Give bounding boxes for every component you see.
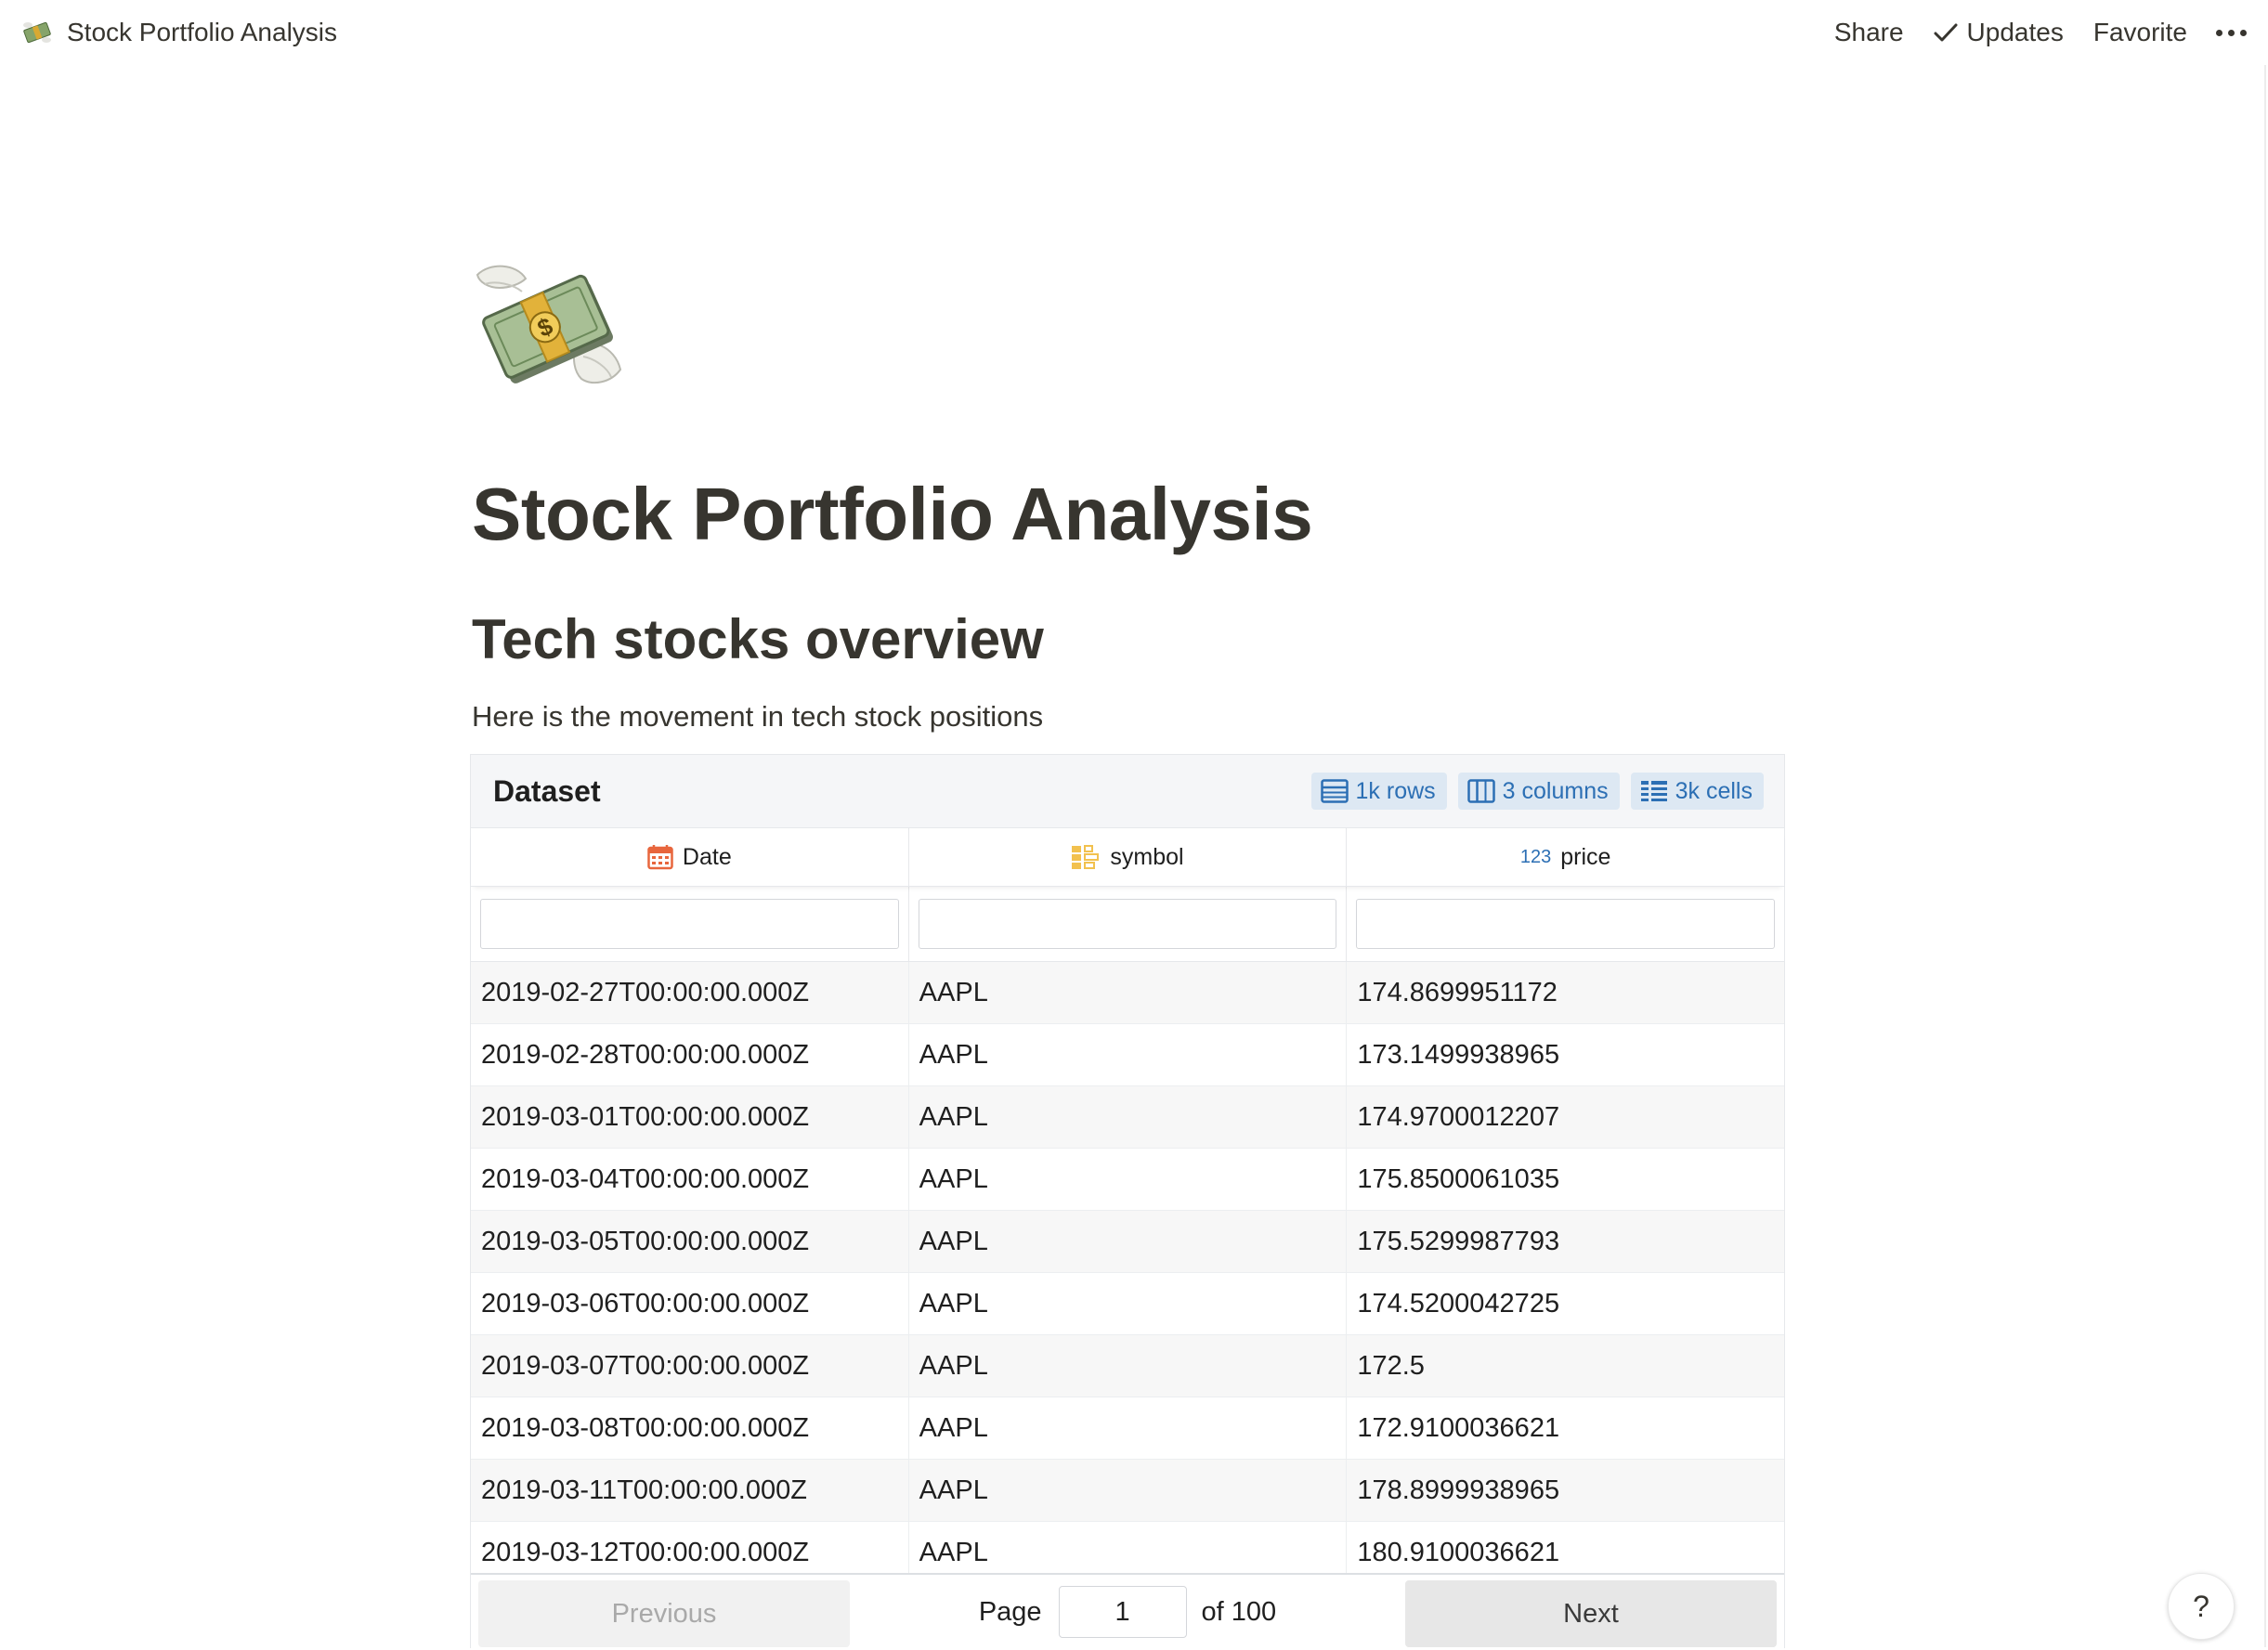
price-cell: 174.8699951172 [1357,977,1558,1007]
columns-badge: 3 columns [1457,773,1620,810]
price-cell: 175.5299987793 [1357,1226,1560,1256]
date-cell: 2019-03-07T00:00:00.000Z [471,1335,909,1397]
price-filter-input[interactable] [1356,899,1776,949]
date-filter-input[interactable] [480,899,899,949]
share-label: Share [1833,18,1904,46]
rows-count: 1k rows [1355,777,1436,804]
updates-label: Updates [1966,18,2064,46]
cells-icon [1640,781,1667,801]
column-header-price[interactable]: 123 price [1347,828,1784,886]
page-indicator: Page of 100 [850,1575,1405,1649]
next-page-button[interactable]: Next [1405,1580,1777,1647]
help-button[interactable]: ? [2168,1573,2235,1640]
symbol-cell: AAPL [909,1460,1348,1521]
symbol-cell: AAPL [909,1024,1348,1085]
price-cell: 178.8999938965 [1357,1475,1560,1505]
columns-count: 3 columns [1502,777,1609,804]
date-cell: 2019-03-01T00:00:00.000Z [471,1086,909,1148]
breadcrumb[interactable]: Stock Portfolio Analysis [20,16,337,49]
filter-cell [1347,887,1784,961]
section-heading: Tech stocks overview [472,608,1044,670]
checkmark-icon [1934,23,1958,42]
favorite-button[interactable]: Favorite [2079,13,2202,52]
column-label: symbol [1110,843,1184,870]
symbol-cell: AAPL [909,1397,1348,1459]
previous-page-button[interactable]: Previous [478,1580,850,1647]
columns-icon [1466,779,1495,803]
top-bar: Stock Portfolio Analysis Share Updates F… [0,0,2268,65]
column-header-symbol[interactable]: symbol [909,828,1348,886]
symbol-cell: AAPL [909,1211,1348,1272]
date-cell: 2019-02-27T00:00:00.000Z [471,962,909,1023]
symbol-filter-input[interactable] [918,899,1337,949]
dataset-table: Dataset 1k rows 3 columns 3k cells Date … [470,754,1785,1650]
column-header-date[interactable]: Date [471,828,909,886]
cells-badge: 3k cells [1630,773,1764,810]
date-cell: 2019-03-11T00:00:00.000Z [471,1460,909,1521]
rows-icon [1320,779,1349,803]
dataset-title: Dataset [493,773,601,808]
table-row: 2019-03-05T00:00:00.000Z AAPL 175.529998… [471,1211,1784,1273]
section-paragraph: Here is the movement in tech stock posit… [472,700,1044,733]
price-cell: 175.8500061035 [1357,1163,1560,1194]
date-cell: 2019-02-28T00:00:00.000Z [471,1024,909,1085]
updates-button[interactable]: Updates [1919,13,2079,52]
table-body: 2019-02-27T00:00:00.000Z AAPL 174.869995… [471,962,1784,1584]
filter-row [471,887,1784,962]
numeric-type-icon: 123 [1519,846,1552,867]
date-cell: 2019-03-06T00:00:00.000Z [471,1273,909,1334]
filter-cell [471,887,909,961]
price-cell: 173.1499938965 [1357,1039,1560,1070]
page-label: Page [978,1596,1042,1627]
category-icon [1071,844,1101,870]
page-total: of 100 [1201,1596,1277,1627]
price-cell: 172.9100036621 [1357,1412,1560,1443]
table-row: 2019-02-28T00:00:00.000Z AAPL 173.149993… [471,1024,1784,1086]
page-edge-divider [2264,65,2266,1647]
calendar-icon [647,844,673,870]
table-row: 2019-03-08T00:00:00.000Z AAPL 172.910003… [471,1397,1784,1460]
price-cell: 174.9700012207 [1357,1101,1560,1132]
table-row: 2019-03-11T00:00:00.000Z AAPL 178.899993… [471,1460,1784,1522]
cells-count: 3k cells [1675,777,1753,804]
rows-badge: 1k rows [1310,773,1447,810]
date-cell: 2019-03-08T00:00:00.000Z [471,1397,909,1459]
share-button[interactable]: Share [1819,13,1919,52]
date-cell: 2019-03-05T00:00:00.000Z [471,1211,909,1272]
breadcrumb-title: Stock Portfolio Analysis [67,18,338,46]
symbol-cell: AAPL [909,1335,1348,1397]
page-icon[interactable]: $ [472,256,624,392]
more-options-icon[interactable] [2202,13,2255,52]
money-with-wings-icon [20,16,54,49]
page-title: Stock Portfolio Analysis [472,473,1313,555]
price-cell: 174.5200042725 [1357,1288,1560,1319]
table-row: 2019-03-07T00:00:00.000Z AAPL 172.5 [471,1335,1784,1397]
money-with-wings-icon: $ [476,265,622,384]
table-row: 2019-02-27T00:00:00.000Z AAPL 174.869995… [471,962,1784,1024]
date-cell: 2019-03-04T00:00:00.000Z [471,1149,909,1210]
symbol-cell: AAPL [909,1149,1348,1210]
table-row: 2019-03-06T00:00:00.000Z AAPL 174.520004… [471,1273,1784,1335]
table-row: 2019-03-04T00:00:00.000Z AAPL 175.850006… [471,1149,1784,1211]
symbol-cell: AAPL [909,1086,1348,1148]
column-label: price [1560,843,1611,870]
price-cell: 172.5 [1357,1350,1425,1381]
filter-cell [909,887,1348,961]
column-header-row: Date symbol 123 price [471,828,1784,887]
favorite-label: Favorite [2092,18,2187,46]
dataset-stats: 1k rows 3 columns 3k cells [1300,773,1764,810]
table-row: 2019-03-01T00:00:00.000Z AAPL 174.970001… [471,1086,1784,1149]
top-actions: Share Updates Favorite [1819,13,2255,52]
pagination-bar: Previous Page of 100 Next [471,1573,1784,1650]
symbol-cell: AAPL [909,1273,1348,1334]
dataset-header: Dataset 1k rows 3 columns 3k cells [471,755,1784,828]
column-label: Date [682,843,732,870]
symbol-cell: AAPL [909,962,1348,1023]
page-number-input[interactable] [1058,1586,1187,1638]
